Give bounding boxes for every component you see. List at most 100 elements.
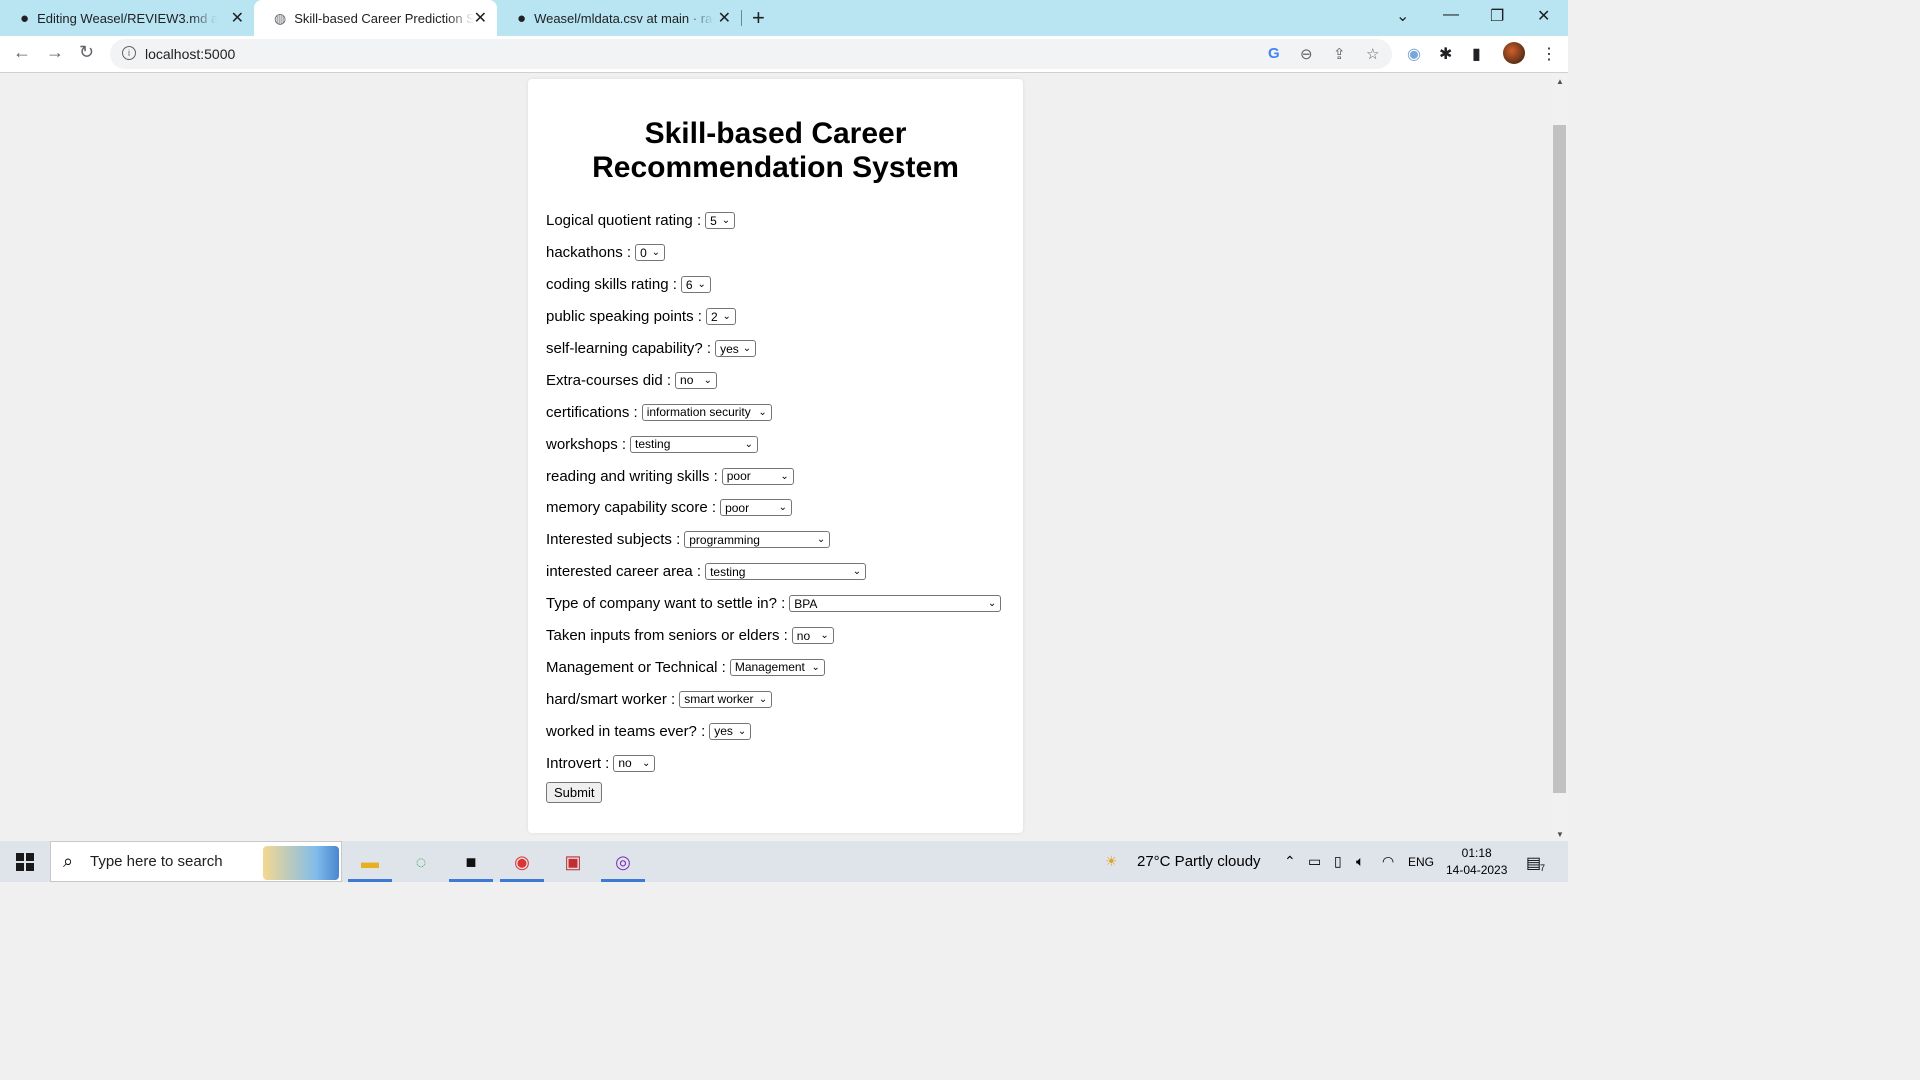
coding-skills-select[interactable]: 6 ⌄ bbox=[680, 276, 711, 294]
volume-icon[interactable]: 🔈︎ bbox=[1356, 853, 1364, 870]
field-label: Introvert : bbox=[546, 754, 610, 772]
tab-separator bbox=[741, 10, 742, 26]
terminal-icon[interactable]: ■ bbox=[449, 847, 493, 882]
seniors-inputs-select[interactable]: no ⌄ bbox=[791, 627, 834, 645]
address-url[interactable]: localhost:5000 bbox=[145, 46, 235, 62]
zoom-icon[interactable]: ⊖ bbox=[1300, 45, 1313, 63]
close-icon[interactable]: ✕ bbox=[231, 8, 244, 28]
back-arrow-icon[interactable]: ← bbox=[13, 42, 31, 63]
close-window-button[interactable]: ✕ bbox=[1537, 6, 1550, 26]
chevron-down-icon: ⌄ bbox=[820, 630, 829, 642]
tab-career-prediction[interactable]: ◍ Skill-based Career Prediction System ✕ bbox=[254, 0, 497, 36]
field-certifications: certifications : information security ⌄ bbox=[546, 396, 1005, 428]
system-clock[interactable]: 01:18 14-04-2023 bbox=[1446, 845, 1507, 879]
hackathons-select[interactable]: 0 ⌄ bbox=[635, 244, 666, 262]
profile-avatar[interactable] bbox=[1503, 42, 1525, 64]
restore-button[interactable]: ❐ bbox=[1490, 6, 1504, 26]
weather-text[interactable]: 27°C Partly cloudy bbox=[1137, 853, 1261, 870]
browser-toolbar: ← → ↻ i localhost:5000 G ⊖ ⇪ ☆ ◉ ✱ ▮ ⋮ bbox=[0, 36, 1568, 73]
forward-arrow-icon[interactable]: → bbox=[46, 42, 64, 63]
chevron-down-icon: ⌄ bbox=[758, 693, 768, 705]
side-panel-icon[interactable]: ▮ bbox=[1472, 44, 1481, 64]
select-value: programming bbox=[689, 532, 760, 547]
self-learning-select[interactable]: yes ⌄ bbox=[715, 340, 757, 357]
chevron-down-icon: ⌄ bbox=[758, 406, 767, 418]
windows-start-icon[interactable] bbox=[16, 853, 34, 871]
taskbar-search-box[interactable]: ⌕ Type here to search bbox=[50, 841, 342, 882]
interested-subjects-select[interactable]: programming ⌄ bbox=[684, 531, 831, 549]
field-label: coding skills rating : bbox=[546, 276, 677, 294]
select-value: poor bbox=[725, 500, 750, 515]
field-label: hackathons : bbox=[546, 244, 632, 262]
scrollbar-thumb[interactable] bbox=[1553, 125, 1566, 793]
minimize-button[interactable]: — bbox=[1443, 6, 1459, 24]
workshops-select[interactable]: testing ⌄ bbox=[630, 435, 759, 453]
field-public-speaking: public speaking points : 2 ⌄ bbox=[546, 301, 1005, 333]
page-scrollbar[interactable]: ▲ ▼ bbox=[1552, 73, 1568, 841]
select-value: testing bbox=[635, 437, 671, 452]
tab-search-chevron-icon[interactable]: ⌄ bbox=[1396, 6, 1409, 26]
file-explorer-icon[interactable]: ▬ bbox=[348, 847, 392, 882]
reload-icon[interactable]: ↻ bbox=[79, 42, 94, 63]
language-indicator[interactable]: ENG bbox=[1408, 855, 1434, 869]
memory-capability-select[interactable]: poor ⌄ bbox=[720, 499, 793, 517]
github-desktop-icon[interactable]: ◎ bbox=[601, 847, 645, 882]
management-technical-select[interactable]: Management ⌄ bbox=[729, 658, 825, 676]
tab-title: Weasel/mldata.csv at main · raghav bbox=[534, 10, 714, 26]
tab-title: Skill-based Career Prediction System bbox=[294, 10, 475, 26]
close-icon[interactable]: ✕ bbox=[718, 8, 731, 28]
career-form: Logical quotient rating : 5 ⌄ hackathons … bbox=[546, 205, 1005, 804]
tab-editing-review[interactable]: ● Editing Weasel/REVIEW3.md at main ✕ bbox=[0, 0, 254, 36]
field-label: interested career area : bbox=[546, 563, 702, 581]
new-tab-button[interactable]: + bbox=[752, 5, 765, 31]
office-app-icon[interactable]: ▣ bbox=[558, 847, 588, 877]
google-icon[interactable]: G bbox=[1268, 45, 1280, 62]
hard-smart-worker-select[interactable]: smart worker ⌄ bbox=[679, 690, 773, 708]
refresh-app-icon[interactable]: ◌ bbox=[406, 847, 436, 877]
public-speaking-select[interactable]: 2 ⌄ bbox=[705, 308, 736, 326]
site-info-icon[interactable]: i bbox=[122, 46, 136, 60]
logical-quotient-select[interactable]: 5 ⌄ bbox=[705, 212, 736, 230]
chevron-down-icon: ⌄ bbox=[778, 502, 788, 514]
wifi-icon[interactable]: ◠ bbox=[1382, 853, 1394, 870]
weather-icon[interactable]: ☀ bbox=[1105, 853, 1118, 870]
tab-mldata-csv[interactable]: ● Weasel/mldata.csv at main · raghav ✕ bbox=[497, 0, 741, 36]
network-drive-icon[interactable]: ▭ bbox=[1308, 853, 1321, 870]
notifications-icon[interactable]: ▤ bbox=[1526, 853, 1541, 873]
chevron-down-icon: ⌄ bbox=[697, 279, 706, 291]
select-value: Management bbox=[734, 660, 805, 675]
submit-button[interactable]: Submit bbox=[546, 782, 603, 804]
chevron-down-icon: ⌄ bbox=[703, 374, 713, 386]
chevron-down-icon: ⌄ bbox=[987, 598, 997, 610]
select-value: no bbox=[796, 628, 811, 643]
field-label: public speaking points : bbox=[546, 308, 702, 326]
extensions-puzzle-icon[interactable]: ✱ bbox=[1439, 44, 1452, 64]
career-area-select[interactable]: testing ⌄ bbox=[705, 563, 867, 581]
extra-courses-select[interactable]: no ⌄ bbox=[675, 371, 718, 389]
tab-strip: ● Editing Weasel/REVIEW3.md at main ✕ ◍ … bbox=[0, 0, 1568, 36]
share-icon[interactable]: ⇪ bbox=[1333, 45, 1346, 63]
bookmark-star-icon[interactable]: ☆ bbox=[1366, 45, 1379, 63]
field-coding-skills: coding skills rating : 6 ⌄ bbox=[546, 269, 1005, 301]
field-label: Interested subjects : bbox=[546, 531, 681, 549]
select-value: smart worker bbox=[684, 692, 754, 707]
github-icon: ● bbox=[517, 9, 527, 27]
scroll-down-arrow-icon[interactable]: ▼ bbox=[1556, 830, 1564, 839]
field-label: Type of company want to settle in? : bbox=[546, 595, 786, 613]
chevron-down-icon: ⌄ bbox=[737, 725, 747, 737]
extension-icon[interactable]: ◉ bbox=[1407, 44, 1421, 64]
camera-icon[interactable]: ▯ bbox=[1334, 853, 1342, 870]
worked-in-teams-select[interactable]: yes ⌄ bbox=[709, 722, 752, 740]
chevron-down-icon: ⌄ bbox=[641, 757, 651, 769]
certifications-select[interactable]: information security ⌄ bbox=[641, 403, 772, 421]
chevron-down-icon: ⌄ bbox=[811, 661, 820, 673]
introvert-select[interactable]: no ⌄ bbox=[613, 754, 656, 772]
close-icon[interactable]: ✕ bbox=[474, 8, 487, 28]
reading-writing-select[interactable]: poor ⌄ bbox=[721, 467, 794, 485]
menu-kebab-icon[interactable]: ⋮ bbox=[1541, 44, 1557, 64]
chrome-icon[interactable]: ◉ bbox=[500, 847, 544, 882]
address-bar[interactable]: i localhost:5000 G ⊖ ⇪ ☆ bbox=[110, 39, 1392, 69]
scroll-up-arrow-icon[interactable]: ▲ bbox=[1556, 77, 1564, 86]
company-type-select[interactable]: BPA ⌄ bbox=[789, 595, 1002, 613]
show-hidden-icons-chevron-icon[interactable]: ⌃ bbox=[1284, 853, 1296, 870]
